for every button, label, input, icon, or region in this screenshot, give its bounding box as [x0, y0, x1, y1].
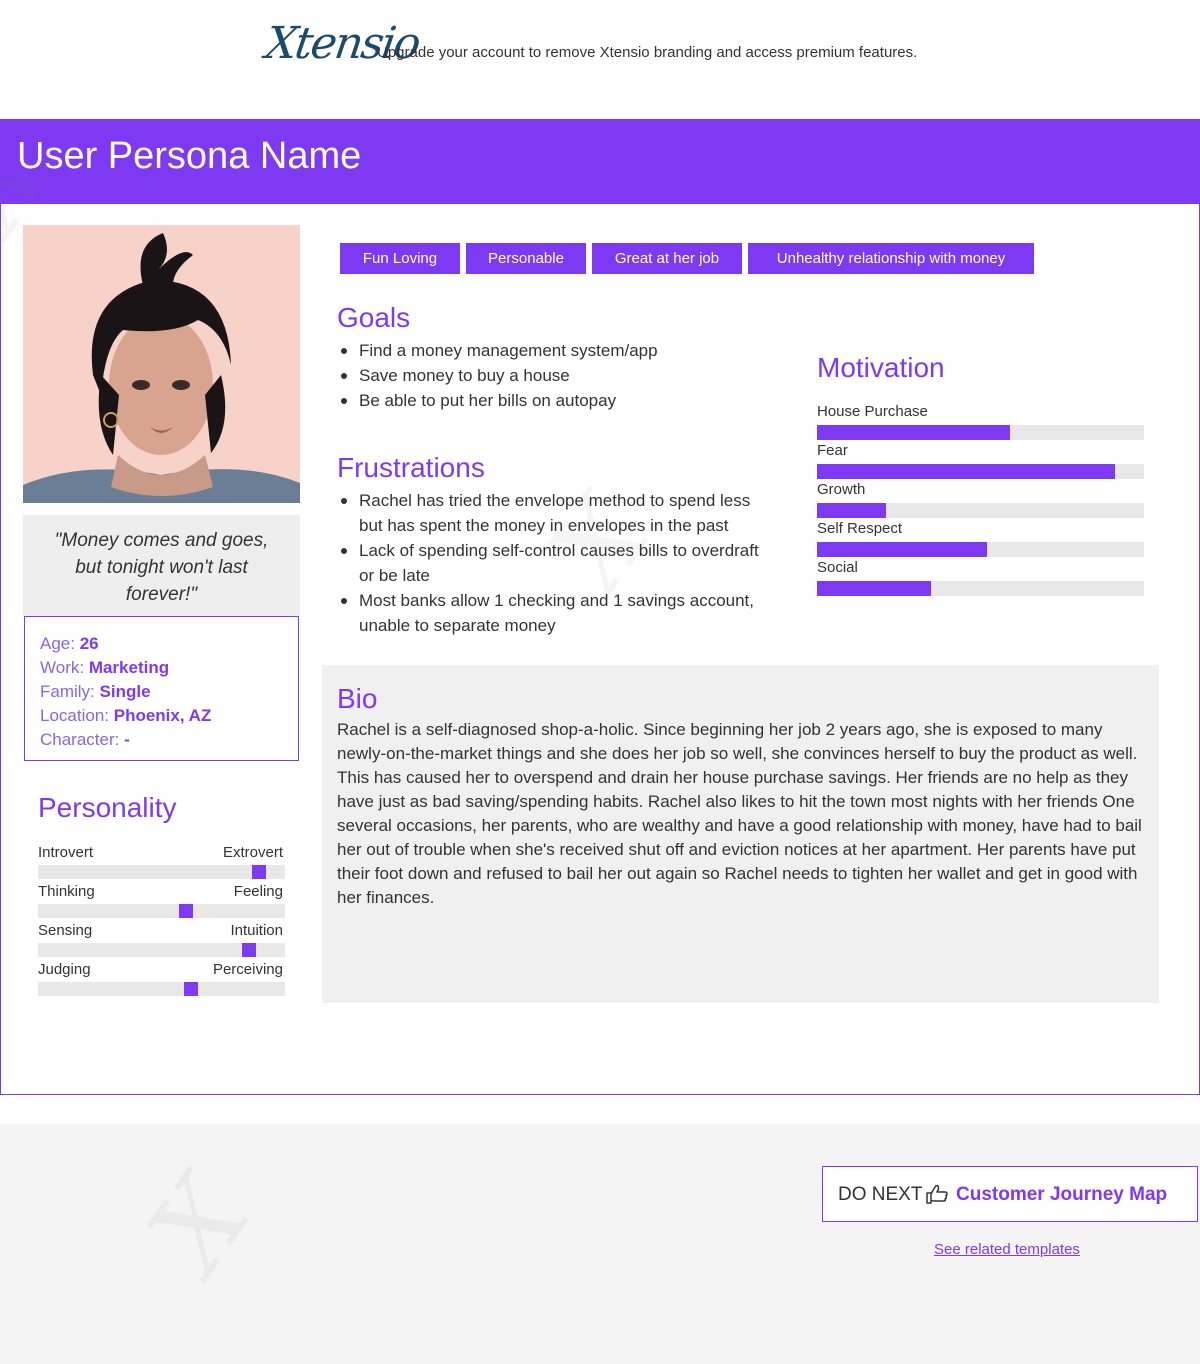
trait-tag[interactable]: Unhealthy relationship with money: [748, 243, 1034, 274]
goals-title[interactable]: Goals: [337, 302, 410, 334]
personality-slider[interactable]: [38, 904, 285, 918]
motivation-bar-fill: [817, 464, 1115, 479]
personality-right-label: Extrovert: [222, 844, 283, 861]
persona-quote[interactable]: "Money comes and goes, but tonight won't…: [43, 527, 280, 608]
footer: DO NEXT Customer Journey Map See related…: [0, 1124, 1200, 1364]
do-next-label: DO NEXT: [838, 1184, 923, 1205]
upgrade-promo-text[interactable]: Upgrade your account to remove Xtensio b…: [377, 44, 917, 61]
frustrations-list[interactable]: Rachel has tried the envelope method to …: [337, 488, 777, 638]
motivation-bar[interactable]: [817, 503, 1144, 518]
persona-portrait-image: [23, 225, 300, 503]
persona-card: "Money comes and goes, but tonight won't…: [0, 204, 1200, 1095]
motivation-bar-fill: [817, 503, 886, 518]
motivation-bar[interactable]: [817, 425, 1144, 440]
trait-tag[interactable]: Great at her job: [592, 243, 742, 274]
personality-left-label: Introvert: [38, 844, 94, 861]
personality-title[interactable]: Personality: [38, 792, 177, 824]
related-templates-link[interactable]: See related templates: [934, 1241, 1080, 1258]
motivation-title[interactable]: Motivation: [817, 352, 945, 384]
motivation-bar-fill: [817, 425, 1010, 440]
list-item: Save money to buy a house: [337, 363, 777, 388]
persona-page: User Persona Name "Money comes and goes,…: [0, 90, 1200, 1124]
personality-marker[interactable]: [242, 943, 256, 957]
persona-header: User Persona Name: [0, 119, 1200, 204]
motivation-label: Growth: [817, 481, 866, 498]
list-item: Be able to put her bills on autopay: [337, 388, 777, 413]
thumbs-up-icon: [926, 1184, 948, 1204]
persona-name[interactable]: User Persona Name: [17, 135, 361, 178]
do-next-button[interactable]: DO NEXT Customer Journey Map: [822, 1166, 1198, 1222]
persona-quote-box: "Money comes and goes, but tonight won't…: [23, 515, 300, 616]
info-value: Marketing: [88, 658, 170, 677]
persona-info-box: Age: 26 Work: Marketing Family: Single L…: [24, 616, 299, 761]
info-location[interactable]: Location: Phoenix, AZ: [40, 704, 298, 728]
motivation-label: Self Respect: [817, 520, 903, 537]
motivation-bar[interactable]: [817, 542, 1144, 557]
info-value: -: [124, 730, 130, 749]
personality-right-label: Perceiving: [212, 961, 283, 978]
branding-bar: Xtensio Upgrade your account to remove X…: [0, 0, 1200, 90]
info-value: 26: [79, 634, 99, 653]
personality-slider[interactable]: [38, 982, 285, 996]
info-character[interactable]: Character: -: [40, 728, 298, 752]
trait-tag[interactable]: Personable: [466, 243, 586, 274]
list-item: Most banks allow 1 checking and 1 saving…: [337, 588, 777, 638]
info-value: Phoenix, AZ: [113, 706, 212, 725]
list-item: Lack of spending self-control causes bil…: [337, 538, 777, 588]
personality-marker[interactable]: [179, 904, 193, 918]
motivation-bar-fill: [817, 581, 932, 596]
trait-tag[interactable]: Fun Loving: [340, 243, 460, 274]
bio-panel: Bio Rachel is a self-diagnosed shop-a-ho…: [322, 665, 1159, 1003]
motivation-label: Fear: [817, 442, 848, 459]
personality-left-label: Sensing: [38, 922, 93, 939]
bio-title[interactable]: Bio: [337, 683, 377, 715]
personality-left-label: Thinking: [38, 883, 95, 900]
info-label: Work:: [40, 658, 85, 677]
motivation-bar-fill: [817, 542, 988, 557]
goals-list[interactable]: Find a money management system/app Save …: [337, 338, 777, 413]
motivation-bar[interactable]: [817, 464, 1144, 479]
persona-photo[interactable]: [23, 225, 300, 503]
info-label: Age:: [40, 634, 75, 653]
personality-slider[interactable]: [38, 943, 285, 957]
motivation-bar[interactable]: [817, 581, 1144, 596]
list-item: Find a money management system/app: [337, 338, 777, 363]
personality-right-label: Intuition: [230, 922, 283, 939]
info-work[interactable]: Work: Marketing: [40, 656, 298, 680]
personality-slider[interactable]: [38, 865, 285, 879]
info-age[interactable]: Age: 26: [40, 632, 298, 656]
frustrations-title[interactable]: Frustrations: [337, 452, 485, 484]
info-value: Single: [99, 682, 151, 701]
info-family[interactable]: Family: Single: [40, 680, 298, 704]
info-label: Character:: [40, 730, 120, 749]
motivation-label: Social: [817, 559, 858, 576]
info-label: Family:: [40, 682, 95, 701]
list-item: Rachel has tried the envelope method to …: [337, 488, 777, 538]
bio-text[interactable]: Rachel is a self-diagnosed shop-a-holic.…: [337, 718, 1142, 910]
motivation-label: House Purchase: [817, 403, 928, 420]
personality-marker[interactable]: [252, 865, 266, 879]
personality-left-label: Judging: [38, 961, 91, 978]
info-label: Location:: [40, 706, 109, 725]
customer-journey-map-link[interactable]: Customer Journey Map: [956, 1184, 1167, 1206]
personality-marker[interactable]: [184, 982, 198, 996]
personality-right-label: Feeling: [233, 883, 283, 900]
